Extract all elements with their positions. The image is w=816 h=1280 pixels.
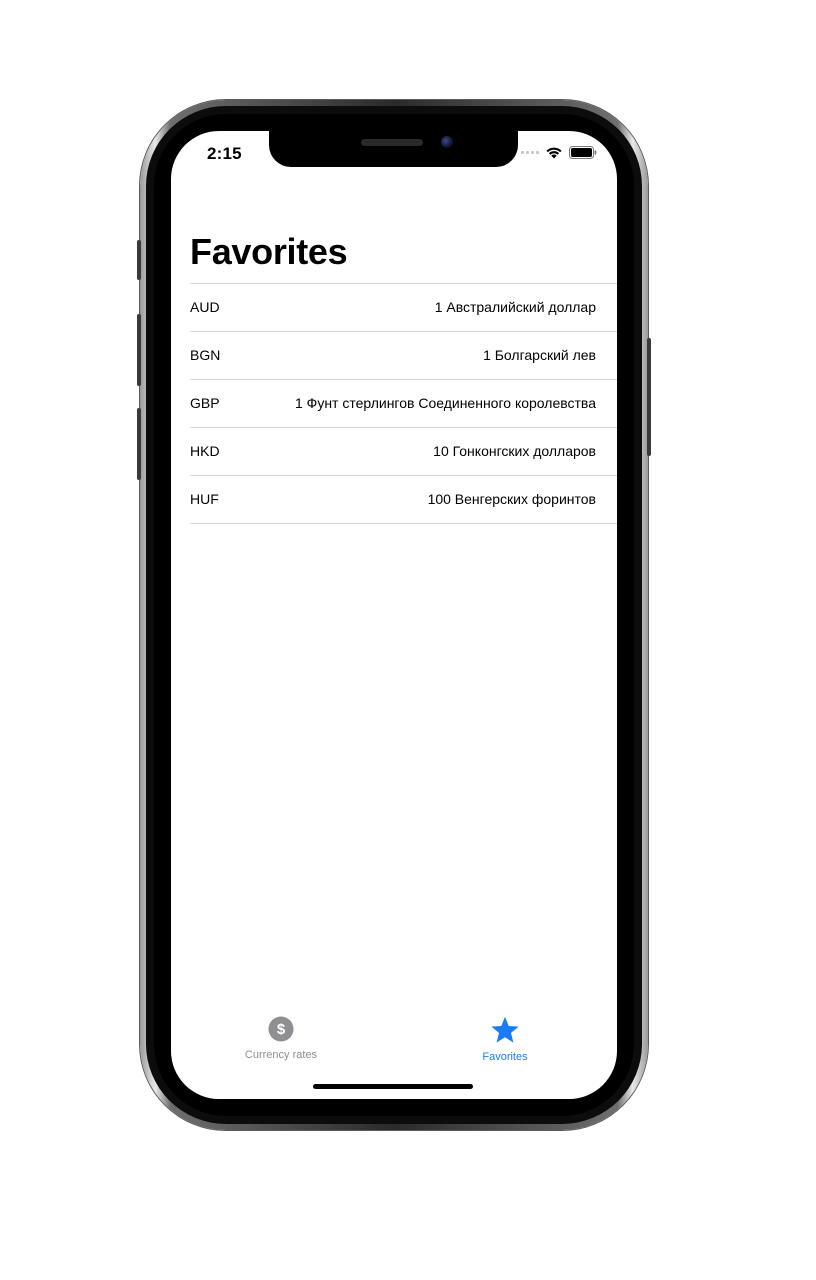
screen: 2:15 Favorites AUD 1 Австралийский долла… bbox=[171, 131, 617, 1099]
speaker-grille bbox=[361, 139, 423, 146]
battery-icon bbox=[569, 146, 597, 159]
tab-label: Favorites bbox=[482, 1051, 528, 1063]
list-item[interactable]: GBP 1 Фунт стерлингов Соединенного корол… bbox=[190, 379, 617, 427]
dollar-circle-icon: $ bbox=[268, 1016, 294, 1042]
currency-name: 1 Австралийский доллар bbox=[434, 299, 596, 315]
currency-code: BGN bbox=[190, 347, 221, 363]
tab-currency-rates[interactable]: $ Currency rates bbox=[201, 1016, 361, 1061]
currency-name: 100 Венгерских форинтов bbox=[427, 491, 596, 507]
currency-name: 10 Гонконгских долларов bbox=[433, 443, 596, 459]
front-camera bbox=[441, 136, 453, 148]
wifi-icon bbox=[546, 147, 562, 159]
volume-down-button bbox=[137, 408, 141, 480]
currency-name: 1 Болгарский лев bbox=[483, 347, 596, 363]
page-title: Favorites bbox=[190, 231, 348, 272]
mute-switch bbox=[137, 240, 141, 280]
currency-name: 1 Фунт стерлингов Соединенного королевст… bbox=[295, 395, 596, 411]
cellular-signal-icon bbox=[521, 151, 539, 154]
notch bbox=[269, 131, 518, 167]
list-item[interactable]: HUF 100 Венгерских форинтов bbox=[190, 475, 617, 524]
currency-code: HUF bbox=[190, 491, 219, 507]
volume-up-button bbox=[137, 314, 141, 386]
list-item[interactable]: AUD 1 Австралийский доллар bbox=[190, 283, 617, 331]
currency-code: AUD bbox=[190, 299, 220, 315]
svg-text:$: $ bbox=[277, 1021, 286, 1038]
star-icon bbox=[491, 1016, 519, 1043]
canvas: 2:15 Favorites AUD 1 Австралийский долла… bbox=[0, 0, 816, 1280]
currency-code: GBP bbox=[190, 395, 220, 411]
power-button bbox=[647, 338, 651, 456]
currency-code: HKD bbox=[190, 443, 220, 459]
status-indicators bbox=[521, 146, 597, 159]
list-item[interactable]: BGN 1 Болгарский лев bbox=[190, 331, 617, 379]
favorites-list: AUD 1 Австралийский доллар BGN 1 Болгарс… bbox=[190, 283, 617, 524]
tab-favorites[interactable]: Favorites bbox=[425, 1016, 585, 1063]
tab-label: Currency rates bbox=[244, 1049, 318, 1061]
tab-bar: $ Currency rates Favorites bbox=[171, 1011, 617, 1071]
home-indicator[interactable] bbox=[313, 1084, 473, 1089]
status-time: 2:15 bbox=[207, 144, 242, 163]
list-item[interactable]: HKD 10 Гонконгских долларов bbox=[190, 427, 617, 475]
